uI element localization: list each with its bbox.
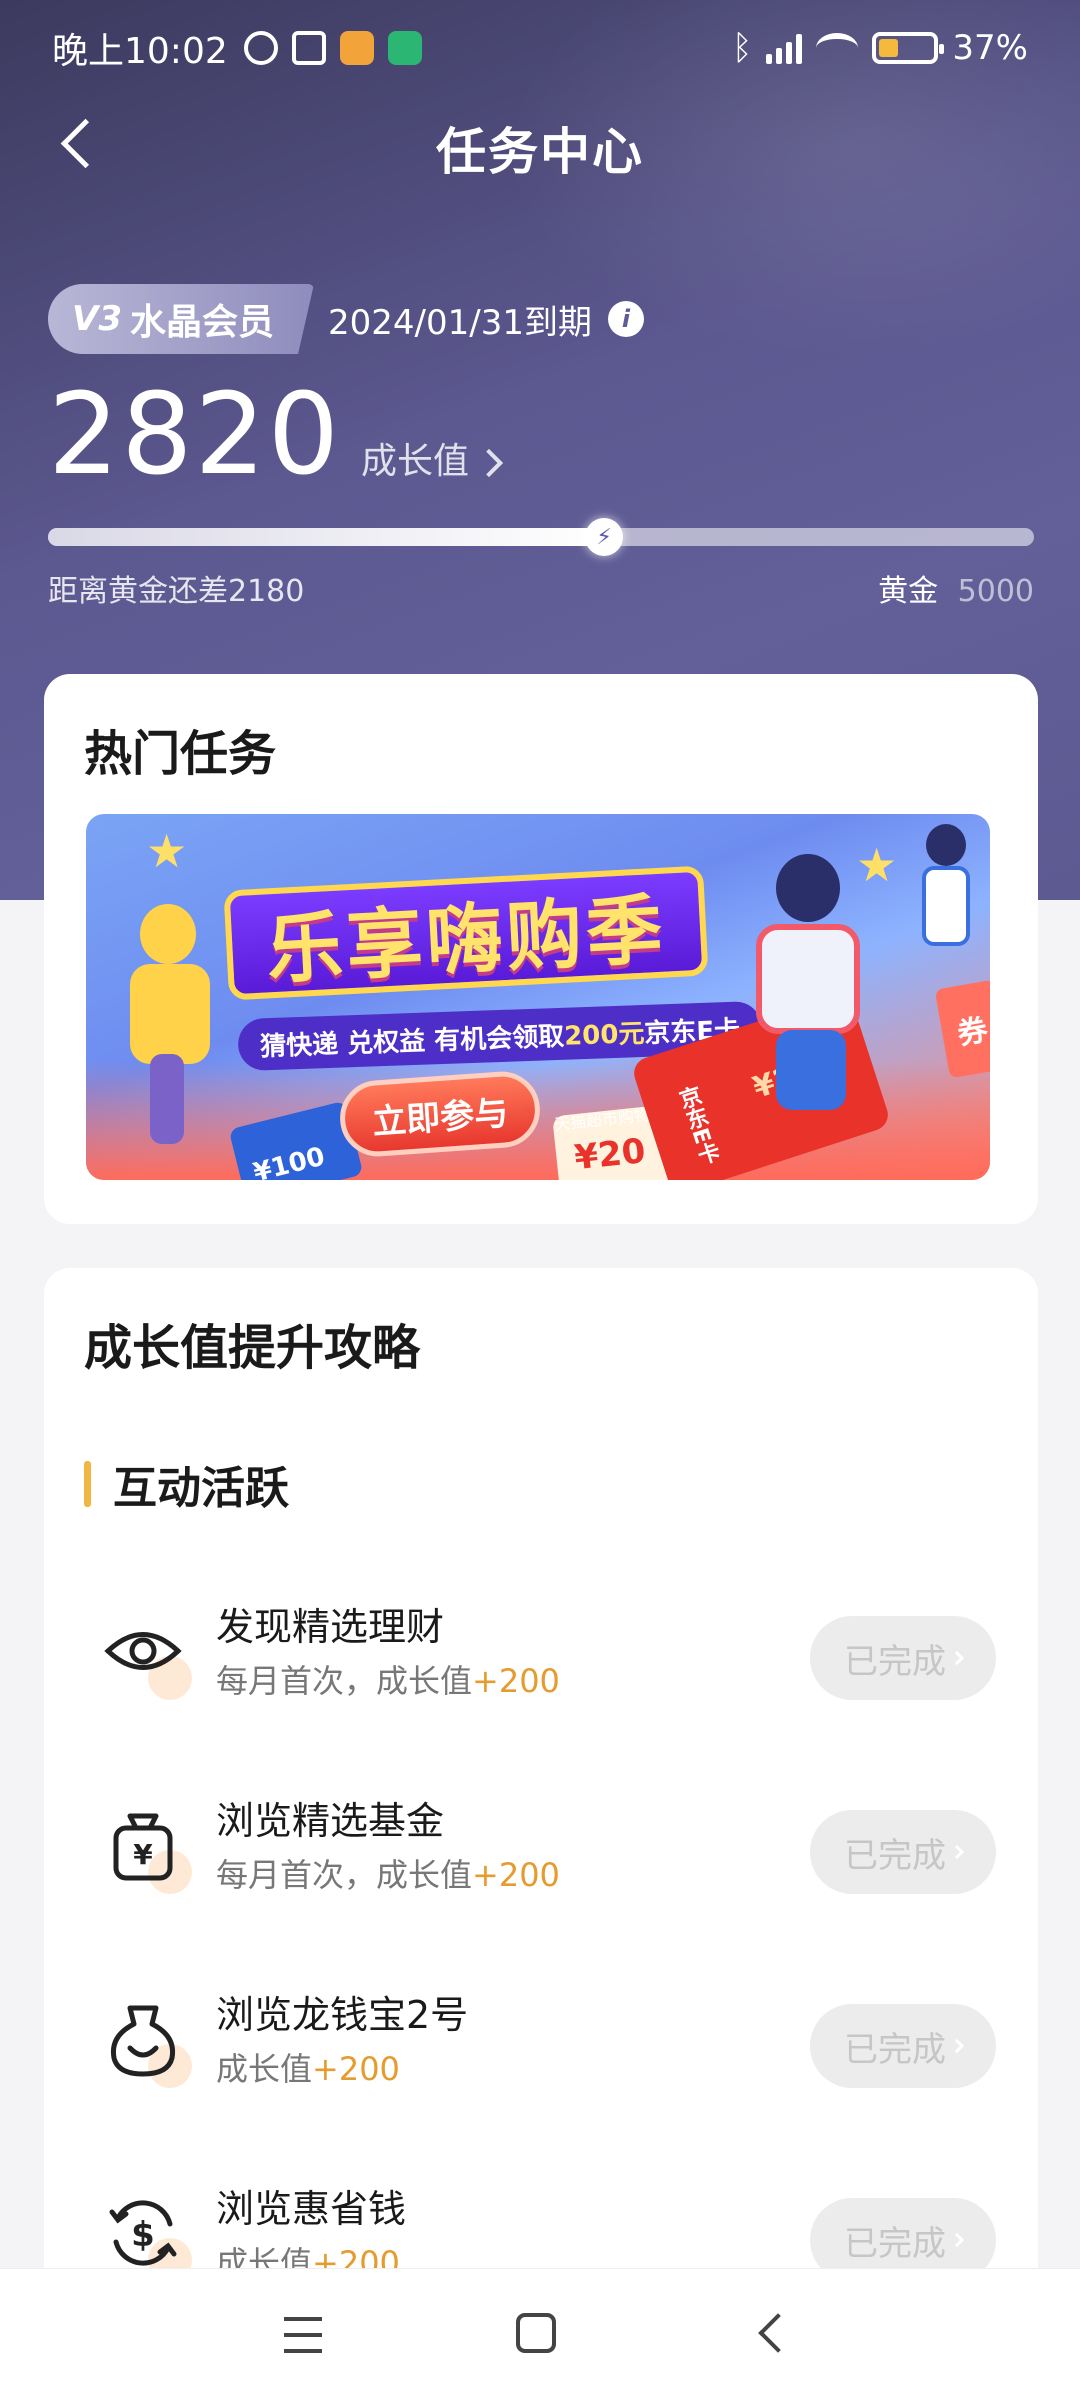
page-title: 任务中心	[436, 123, 644, 181]
home-icon[interactable]	[516, 2313, 556, 2353]
completed-button[interactable]: 已完成	[810, 1616, 996, 1700]
growth-progress-bar: ⚡	[48, 518, 1034, 556]
system-navigation-bar	[0, 2268, 1080, 2400]
chevron-right-icon	[949, 1844, 965, 1860]
dollar-refresh-icon: $	[100, 2190, 192, 2282]
next-level-info: 黄金 5000	[878, 566, 1034, 610]
banner-girl-illustration	[916, 824, 976, 964]
battery-percent: 37%	[952, 28, 1028, 68]
lightning-icon: ⚡	[585, 518, 624, 556]
member-expiry: 2024/01/31到期	[328, 302, 592, 343]
promo-banner[interactable]: ★ ★ ¥100 乐享嗨购季 猜快递 兑权益 有机会领取 200元 京东E卡 立…	[86, 814, 990, 1180]
task-name: 发现精选理财	[216, 1605, 445, 1649]
task-name: 浏览惠省钱	[216, 2187, 407, 2231]
star-icon: ★	[146, 824, 188, 878]
hot-tasks-card: 热门任务 ★ ★ ¥100 乐享嗨购季 猜快递 兑权益 有机会领取 200元 京…	[44, 674, 1038, 1224]
chevron-right-icon	[949, 1650, 965, 1666]
chevron-right-icon	[949, 2038, 965, 2054]
next-level-target: 5000	[957, 574, 1034, 609]
progress-remaining-text: 距离黄金还差2180	[48, 574, 305, 609]
banner-headline: 乐享嗨购季	[223, 865, 709, 1001]
section-accent-bar	[84, 1461, 91, 1507]
menu-icon[interactable]	[284, 2317, 322, 2353]
growth-value: 2820	[48, 370, 342, 500]
notes-app-icon	[339, 31, 374, 65]
banner-man-illustration	[726, 854, 886, 1154]
task-desc: 每月首次，成长值+200	[216, 1662, 560, 1700]
security-app-icon	[387, 31, 422, 65]
chevron-right-icon	[474, 448, 504, 478]
task-desc: 每月首次，成长值+200	[216, 1856, 560, 1894]
task-item: ¥ 浏览精选基金 每月首次，成长值+200 已完成	[44, 1780, 1038, 1910]
strategy-title: 成长值提升攻略	[84, 1320, 421, 1376]
completed-button[interactable]: 已完成	[810, 2004, 996, 2088]
money-bag-icon: ¥	[100, 1802, 192, 1894]
page-header: 任务中心	[0, 96, 1080, 192]
banner-boy-illustration	[110, 904, 220, 1154]
bluetooth-icon: ᛒ	[732, 28, 753, 68]
status-time: 晚上10:02	[52, 31, 228, 72]
task-item: 发现精选理财 每月首次，成长值+200 已完成	[44, 1586, 1038, 1716]
membership-row: V3 水晶会员 2024/01/31到期 i	[48, 284, 644, 354]
back-icon[interactable]	[758, 2313, 798, 2353]
info-icon[interactable]: i	[607, 301, 644, 337]
nfc-icon	[291, 31, 326, 65]
section-label: 互动活跃	[113, 1463, 289, 1514]
svg-text:¥: ¥	[133, 1838, 153, 1871]
section-header: 互动活跃	[84, 1452, 289, 1516]
growth-label: 成长值	[361, 441, 470, 482]
blue-card-value: ¥100	[250, 1141, 328, 1180]
svg-text:$: $	[131, 2215, 155, 2255]
task-name: 浏览龙钱宝2号	[216, 1993, 469, 2037]
hot-tasks-title: 热门任务	[84, 726, 277, 782]
growth-strategy-card: 成长值提升攻略 互动活跃 发现精选理财 每月首次，成长值+200 已完成 ¥ 浏…	[44, 1268, 1038, 2400]
battery-icon	[872, 32, 945, 64]
growth-row[interactable]: 2820 成长值	[48, 370, 504, 500]
coupon-value: ¥20	[572, 1131, 648, 1179]
task-desc: 成长值+200	[216, 2050, 400, 2088]
member-level: V3	[72, 299, 122, 339]
hd-signal-icon	[766, 32, 803, 64]
eye-icon	[100, 1608, 192, 1700]
smile-pouch-icon	[100, 1996, 192, 2088]
task-item: 浏览龙钱宝2号 成长值+200 已完成	[44, 1974, 1038, 2104]
chevron-right-icon	[949, 2232, 965, 2248]
alarm-icon	[243, 31, 278, 65]
task-name: 浏览精选基金	[216, 1799, 445, 1843]
progress-fill	[48, 528, 605, 546]
banner-join-button[interactable]: 立即参与	[337, 1069, 543, 1159]
member-level-name: 水晶会员	[129, 302, 274, 343]
wifi-icon	[816, 33, 859, 63]
completed-button[interactable]: 已完成	[810, 1810, 996, 1894]
ecard-label: 京东E卡	[672, 1083, 722, 1169]
member-level-badge[interactable]: V3 水晶会员	[48, 284, 314, 354]
status-bar: 晚上10:02 ᛒ 37%	[0, 0, 1080, 96]
next-level-name: 黄金	[878, 574, 939, 609]
